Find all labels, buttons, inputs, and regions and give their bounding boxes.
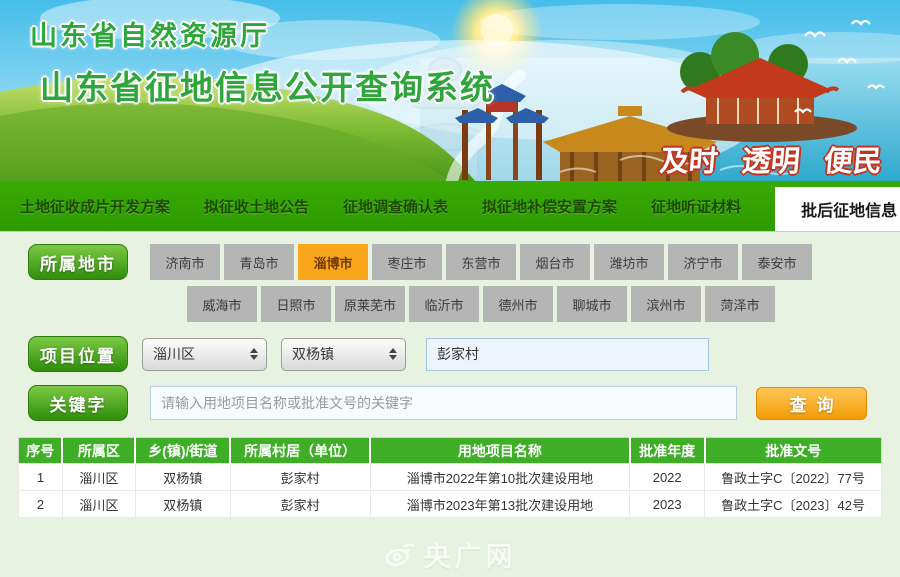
city-button-zibo[interactable]: 淄博市	[298, 244, 368, 280]
header-seq: 序号	[19, 438, 63, 464]
cell-approval-year: 2023	[630, 491, 705, 518]
city-row-2: 威海市 日照市 原莱芜市 临沂市 德州市 聊城市 滨州市 菏泽市	[187, 286, 812, 322]
cell-town: 双杨镇	[135, 491, 230, 518]
nav-item-post-approval-info[interactable]: 批后征地信息	[775, 187, 900, 231]
city-button-jining[interactable]: 济宁市	[668, 244, 738, 280]
city-button-taian[interactable]: 泰安市	[742, 244, 812, 280]
nav-item-development-plan[interactable]: 土地征收成片开发方案	[20, 196, 170, 217]
cell-district: 淄川区	[62, 491, 135, 518]
nav-item-compensation-plan[interactable]: 拟征地补偿安置方案	[482, 196, 617, 217]
city-row-1: 济南市 青岛市 淄博市 枣庄市 东营市 烟台市 潍坊市 济宁市 泰安市	[150, 244, 812, 280]
cnr-logo-icon	[384, 541, 418, 569]
watermark: 央广网	[0, 535, 900, 574]
nav-item-hearing-materials[interactable]: 征地听证材料	[651, 196, 741, 217]
main-nav: 土地征收成片开发方案 拟征收土地公告 征地调查确认表 拟征地补偿安置方案 征地听…	[0, 181, 900, 232]
banner-titles: 山东省自然资源厅 山东省征地信息公开查询系统	[30, 14, 495, 109]
city-button-heze[interactable]: 菏泽市	[705, 286, 775, 322]
watermark-text: 央广网	[424, 535, 517, 574]
header-approval-year: 批准年度	[630, 438, 705, 464]
results-table: 序号 所属区 乡(镇)/街道 所属村居（单位） 用地项目名称 批准年度 批准文号…	[18, 437, 882, 518]
city-button-linyi[interactable]: 临沂市	[409, 286, 479, 322]
city-button-weifang[interactable]: 潍坊市	[594, 244, 664, 280]
city-button-qingdao[interactable]: 青岛市	[224, 244, 294, 280]
table-header-row: 序号 所属区 乡(镇)/街道 所属村居（单位） 用地项目名称 批准年度 批准文号	[19, 438, 882, 464]
slogan-word: 透明	[740, 146, 801, 178]
banner-slogan: 及时 透明 便民	[642, 138, 884, 180]
location-filter-label: 项目位置	[28, 336, 128, 372]
town-select[interactable]: 双杨镇	[281, 338, 406, 371]
cell-district: 淄川区	[62, 464, 135, 491]
org-title: 山东省自然资源厅	[30, 14, 495, 53]
district-select[interactable]: 淄川区	[142, 338, 267, 371]
keyword-input[interactable]	[150, 386, 737, 420]
city-button-laiwu[interactable]: 原莱芜市	[335, 286, 405, 322]
search-button[interactable]: 查询	[756, 387, 867, 420]
content: 所属地市 济南市 青岛市 淄博市 枣庄市 东营市 烟台市 潍坊市 济宁市 泰安市…	[0, 232, 900, 574]
header-project-name: 用地项目名称	[370, 438, 630, 464]
city-button-yantai[interactable]: 烟台市	[520, 244, 590, 280]
cell-project-name: 淄博市2022年第10批次建设用地	[370, 464, 630, 491]
header-town: 乡(镇)/街道	[135, 438, 230, 464]
village-input[interactable]	[426, 338, 709, 371]
slogan-word: 及时	[658, 146, 719, 178]
banner: 山东省自然资源厅 山东省征地信息公开查询系统 及时 透明 便民	[0, 0, 900, 181]
city-button-jinan[interactable]: 济南市	[150, 244, 220, 280]
district-select-value: 淄川区	[153, 344, 195, 364]
cell-seq: 2	[19, 491, 63, 518]
city-button-binzhou[interactable]: 滨州市	[631, 286, 701, 322]
header-approval-number: 批准文号	[705, 438, 882, 464]
select-stepper-icon	[250, 348, 258, 360]
city-button-rizhao[interactable]: 日照市	[261, 286, 331, 322]
town-select-value: 双杨镇	[292, 344, 334, 364]
nav-item-survey-confirmation[interactable]: 征地调查确认表	[343, 196, 448, 217]
table-row: 2 淄川区 双杨镇 彭家村 淄博市2023年第13批次建设用地 2023 鲁政土…	[19, 491, 882, 518]
keyword-filter-label: 关键字	[28, 385, 128, 421]
city-button-weihai[interactable]: 威海市	[187, 286, 257, 322]
location-filter-row: 项目位置 淄川区 双杨镇	[28, 336, 900, 372]
header-district: 所属区	[62, 438, 135, 464]
city-button-liaocheng[interactable]: 聊城市	[557, 286, 627, 322]
cell-approval-number: 鲁政土字C〔2023〕42号	[705, 491, 882, 518]
city-button-dezhou[interactable]: 德州市	[483, 286, 553, 322]
table-row: 1 淄川区 双杨镇 彭家村 淄博市2022年第10批次建设用地 2022 鲁政土…	[19, 464, 882, 491]
system-title: 山东省征地信息公开查询系统	[40, 61, 495, 109]
cell-town: 双杨镇	[135, 464, 230, 491]
page: 山东省自然资源厅 山东省征地信息公开查询系统 及时 透明 便民 土地征收成片开发…	[0, 0, 900, 577]
city-filter-label: 所属地市	[28, 244, 128, 280]
city-buttons: 济南市 青岛市 淄博市 枣庄市 东营市 烟台市 潍坊市 济宁市 泰安市 威海市 …	[150, 244, 812, 322]
city-filter-row: 所属地市 济南市 青岛市 淄博市 枣庄市 东营市 烟台市 潍坊市 济宁市 泰安市…	[28, 232, 900, 322]
cell-approval-number: 鲁政土字C〔2022〕77号	[705, 464, 882, 491]
cell-village: 彭家村	[230, 491, 370, 518]
cell-project-name: 淄博市2023年第13批次建设用地	[370, 491, 630, 518]
cell-village: 彭家村	[230, 464, 370, 491]
cell-seq: 1	[19, 464, 63, 491]
city-button-dongying[interactable]: 东营市	[446, 244, 516, 280]
cell-approval-year: 2022	[630, 464, 705, 491]
header-village: 所属村居（单位）	[230, 438, 370, 464]
keyword-filter-row: 关键字 查询	[28, 385, 900, 421]
city-button-zaozhuang[interactable]: 枣庄市	[372, 244, 442, 280]
slogan-word: 便民	[822, 146, 883, 178]
select-stepper-icon	[389, 348, 397, 360]
nav-item-land-announcement[interactable]: 拟征收土地公告	[204, 196, 309, 217]
